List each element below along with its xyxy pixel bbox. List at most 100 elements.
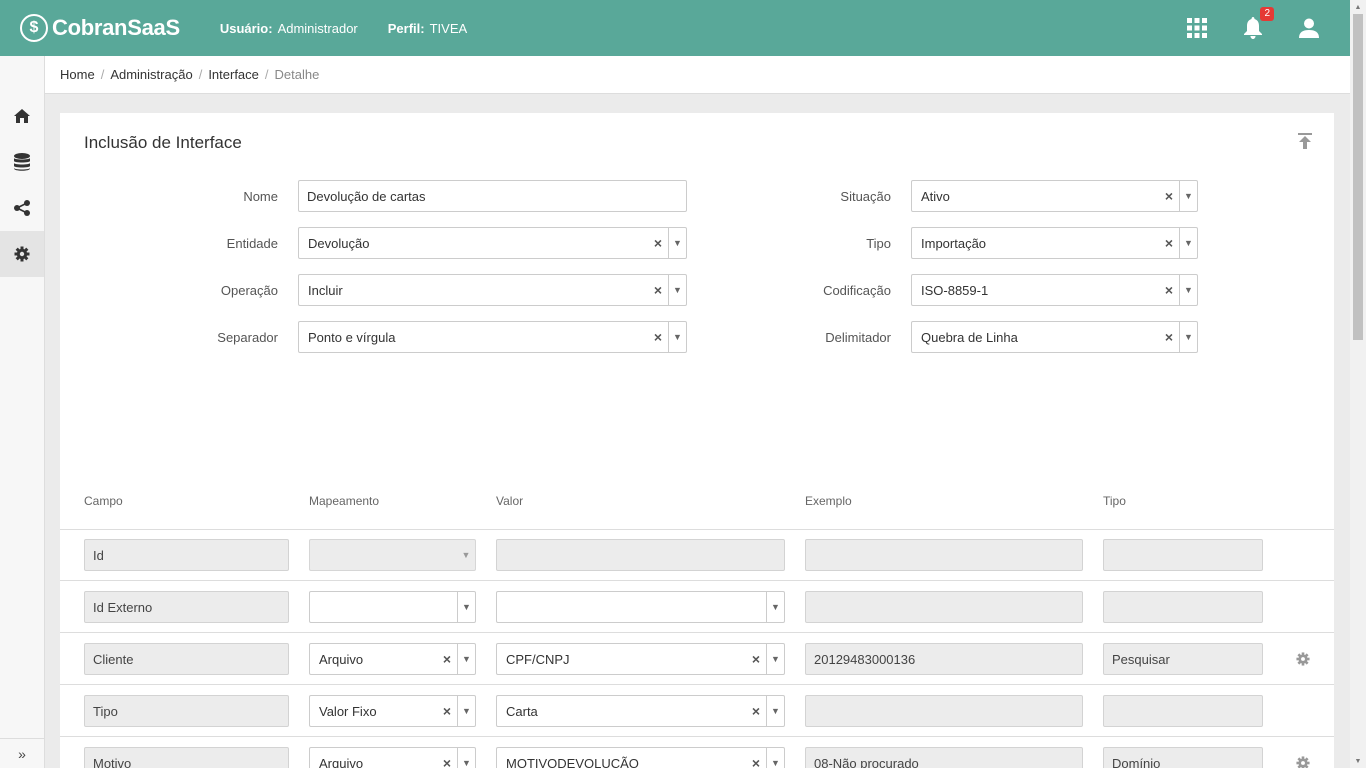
notification-bell-icon[interactable]: 2	[1242, 7, 1274, 39]
clear-icon[interactable]: ×	[648, 329, 668, 345]
gear-icon	[14, 246, 30, 262]
tipo-field	[1103, 539, 1263, 571]
dropdown-arrow-icon[interactable]: ▼	[668, 275, 686, 305]
operacao-select[interactable]: Incluir × ▼	[298, 274, 687, 306]
user-info-user: Usuário: Administrador	[219, 20, 358, 36]
clear-icon[interactable]: ×	[1159, 282, 1179, 298]
tipo-select[interactable]: Importação × ▼	[911, 227, 1198, 259]
dropdown-arrow-icon[interactable]: ▼	[457, 592, 475, 622]
dropdown-arrow-icon[interactable]: ▼	[1179, 228, 1197, 258]
logo-icon: $	[20, 14, 48, 42]
sidebar-expand-button[interactable]: »	[0, 738, 44, 768]
field-entidade: Entidade Devolução × ▼	[118, 227, 687, 259]
valor-select[interactable]: MOTIVODEVOLUÇÃO × ▼	[496, 747, 785, 768]
row-settings-gear-icon[interactable]	[1296, 652, 1310, 669]
dropdown-arrow-icon[interactable]: ▼	[457, 644, 475, 674]
mapeamento-select[interactable]: ▼	[309, 591, 476, 623]
field-codificacao: Codificação ISO-8859-1 × ▼	[791, 274, 1198, 306]
dropdown-arrow-icon[interactable]: ▼	[766, 696, 784, 726]
clear-icon[interactable]: ×	[1159, 329, 1179, 345]
scroll-down-arrow-icon[interactable]: ▼	[1350, 754, 1366, 768]
dropdown-arrow-icon: ▼	[461, 550, 471, 560]
app-logo[interactable]: $ CobranSaaS	[20, 14, 180, 42]
tipo-field	[1103, 695, 1263, 727]
dropdown-arrow-icon[interactable]: ▼	[1179, 181, 1197, 211]
clear-icon[interactable]: ×	[437, 755, 457, 768]
field-nome: Nome Devolução de cartas	[118, 180, 687, 212]
home-icon	[14, 109, 30, 123]
clear-icon[interactable]: ×	[648, 282, 668, 298]
situacao-select[interactable]: Ativo × ▼	[911, 180, 1198, 212]
clear-icon[interactable]: ×	[648, 235, 668, 251]
mapeamento-select[interactable]: Arquivo × ▼	[309, 747, 476, 768]
dropdown-arrow-icon[interactable]: ▼	[457, 748, 475, 768]
exemplo-field	[805, 539, 1083, 571]
clear-icon[interactable]: ×	[1159, 235, 1179, 251]
field-separador: Separador Ponto e vírgula × ▼	[118, 321, 687, 353]
dropdown-arrow-icon[interactable]: ▼	[766, 592, 784, 622]
mapeamento-select[interactable]: Arquivo × ▼	[309, 643, 476, 675]
campo-field: Id Externo	[84, 591, 289, 623]
interface-form-card: Inclusão de Interface Nome Devolução de …	[60, 113, 1334, 768]
valor-select[interactable]: CPF/CNPJ × ▼	[496, 643, 785, 675]
clear-icon[interactable]: ×	[746, 703, 766, 719]
database-icon	[14, 153, 30, 171]
field-delimitador: Delimitador Quebra de Linha × ▼	[791, 321, 1198, 353]
nome-input[interactable]: Devolução de cartas	[298, 180, 687, 212]
column-mapeamento: Mapeamento	[309, 494, 380, 508]
dropdown-arrow-icon[interactable]: ▼	[1179, 275, 1197, 305]
app-name: CobranSaaS	[52, 15, 180, 40]
page-title: Inclusão de Interface	[84, 133, 242, 152]
field-operacao: Operação Incluir × ▼	[118, 274, 687, 306]
clear-icon[interactable]: ×	[1159, 188, 1179, 204]
valor-select[interactable]: Carta × ▼	[496, 695, 785, 727]
share-icon	[14, 200, 30, 216]
sidebar-item-home[interactable]	[0, 93, 44, 139]
breadcrumb-home[interactable]: Home	[60, 67, 95, 82]
column-exemplo: Exemplo	[805, 494, 852, 508]
mapeamento-select[interactable]: Valor Fixo × ▼	[309, 695, 476, 727]
apps-grid-icon[interactable]	[1186, 17, 1208, 39]
dropdown-arrow-icon[interactable]: ▼	[668, 228, 686, 258]
codificacao-select[interactable]: ISO-8859-1 × ▼	[911, 274, 1198, 306]
campo-field: Motivo	[84, 747, 289, 768]
dropdown-arrow-icon[interactable]: ▼	[668, 322, 686, 352]
dropdown-arrow-icon[interactable]: ▼	[457, 696, 475, 726]
row-settings-gear-icon[interactable]	[1296, 756, 1310, 768]
user-info-profile: Perfil: TIVEA	[387, 20, 468, 36]
breadcrumb-current: Detalhe	[274, 67, 320, 82]
entidade-select[interactable]: Devolução × ▼	[298, 227, 687, 259]
breadcrumb-interface[interactable]: Interface	[208, 67, 259, 82]
clear-icon[interactable]: ×	[437, 651, 457, 667]
exemplo-field	[805, 695, 1083, 727]
sidebar-item-settings[interactable]	[0, 231, 44, 277]
sidebar-item-database[interactable]	[0, 139, 44, 185]
column-campo: Campo	[84, 494, 123, 508]
delimitador-select[interactable]: Quebra de Linha × ▼	[911, 321, 1198, 353]
breadcrumb-administracao[interactable]: Administração	[110, 67, 192, 82]
clear-icon[interactable]: ×	[746, 651, 766, 667]
clear-icon[interactable]: ×	[746, 755, 766, 768]
scrollbar-thumb[interactable]	[1353, 14, 1363, 340]
dropdown-arrow-icon[interactable]: ▼	[766, 644, 784, 674]
sidebar: »	[0, 56, 45, 768]
mapping-table-header: Campo Mapeamento Valor Exemplo Tipo	[60, 494, 1334, 530]
scroll-up-arrow-icon[interactable]: ▲	[1350, 0, 1366, 14]
campo-field: Tipo	[84, 695, 289, 727]
user-avatar-icon[interactable]	[1298, 17, 1320, 39]
profile-name: TIVEA	[429, 20, 468, 36]
valor-select[interactable]: ▼	[496, 591, 785, 623]
dropdown-arrow-icon[interactable]: ▼	[766, 748, 784, 768]
collapse-top-icon[interactable]	[1298, 133, 1312, 152]
column-tipo: Tipo	[1103, 494, 1126, 508]
separador-select[interactable]: Ponto e vírgula × ▼	[298, 321, 687, 353]
exemplo-field: 08-Não procurado	[805, 747, 1083, 768]
dropdown-arrow-icon[interactable]: ▼	[1179, 322, 1197, 352]
table-row: Id ▼	[60, 529, 1334, 581]
table-row: Motivo Arquivo × ▼ MOTIVODEVOLUÇÃO × ▼ 0…	[60, 737, 1334, 768]
page-scrollbar[interactable]: ▲ ▼	[1350, 0, 1366, 768]
sidebar-item-share[interactable]	[0, 185, 44, 231]
clear-icon[interactable]: ×	[437, 703, 457, 719]
user-info: Usuário: Administrador Perfil: TIVEA	[220, 21, 467, 36]
top-header: $ CobranSaaS Usuário: Administrador Perfi…	[0, 0, 1350, 56]
